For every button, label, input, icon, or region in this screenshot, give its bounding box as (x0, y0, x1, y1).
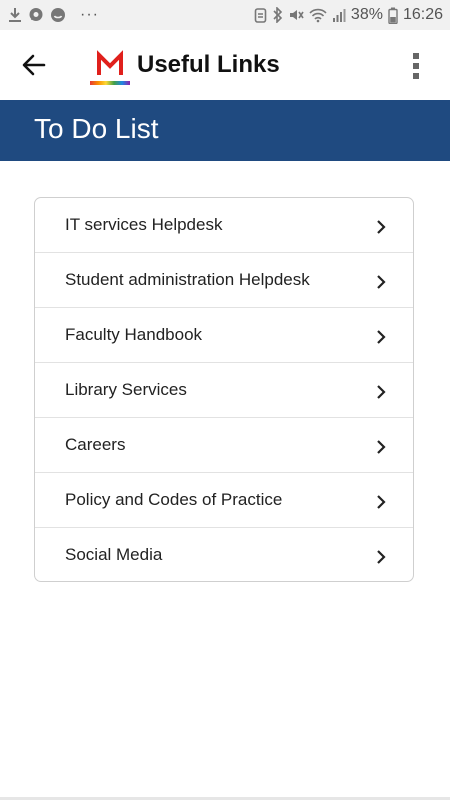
signal-icon (332, 4, 346, 26)
overflow-menu-button[interactable] (406, 50, 426, 82)
chevron-right-icon (377, 330, 386, 344)
mute-icon (288, 4, 304, 26)
status-bar-left: ··· (8, 4, 99, 26)
link-item-student-administration-helpdesk[interactable]: Student administration Helpdesk (35, 253, 413, 308)
arrow-left-icon (22, 54, 46, 76)
back-button[interactable] (20, 53, 48, 77)
more-vertical-icon (413, 53, 419, 79)
link-item-social-media[interactable]: Social Media (35, 528, 413, 581)
link-item-careers[interactable]: Careers (35, 418, 413, 473)
chevron-right-icon (377, 275, 386, 289)
chevron-right-icon (377, 220, 386, 234)
link-label: Library Services (65, 380, 187, 399)
link-label: Policy and Codes of Practice (65, 490, 283, 509)
status-bar-right: 38% 16:26 (254, 4, 443, 26)
wifi-icon (309, 4, 327, 26)
status-bar: ··· 38% 16:26 (0, 0, 450, 30)
chevron-right-icon (377, 440, 386, 454)
face-icon (50, 4, 66, 26)
alarm-icon (254, 4, 267, 26)
download-icon (8, 4, 22, 26)
battery-percent: 38% (350, 6, 383, 23)
link-label: IT services Helpdesk (65, 215, 223, 234)
useful-links-list: IT services Helpdesk Student administrat… (34, 197, 414, 582)
link-item-faculty-handbook[interactable]: Faculty Handbook (35, 308, 413, 363)
chevron-right-icon (377, 550, 386, 564)
link-label: Careers (65, 435, 126, 454)
link-label: Faculty Handbook (65, 325, 203, 344)
link-item-it-services-helpdesk[interactable]: IT services Helpdesk (35, 198, 413, 253)
section-header: To Do List (0, 100, 450, 161)
app-bar: Useful Links (0, 30, 450, 100)
app-title: Useful Links (137, 51, 280, 78)
bluetooth-icon (272, 4, 283, 26)
battery-icon (388, 4, 398, 26)
link-item-policy-and-codes-of-practice[interactable]: Policy and Codes of Practice (35, 473, 413, 528)
chevron-right-icon (377, 495, 386, 509)
section-title: To Do List (34, 113, 159, 144)
chevron-right-icon (377, 385, 386, 399)
chat-bubble-icon (28, 4, 44, 26)
link-label: Social Media (65, 545, 163, 564)
app-logo (90, 45, 130, 85)
link-label: Student administration Helpdesk (65, 270, 310, 289)
status-time: 16:26 (402, 6, 443, 23)
link-item-library-services[interactable]: Library Services (35, 363, 413, 418)
status-overflow-indicator: ··· (80, 6, 99, 23)
